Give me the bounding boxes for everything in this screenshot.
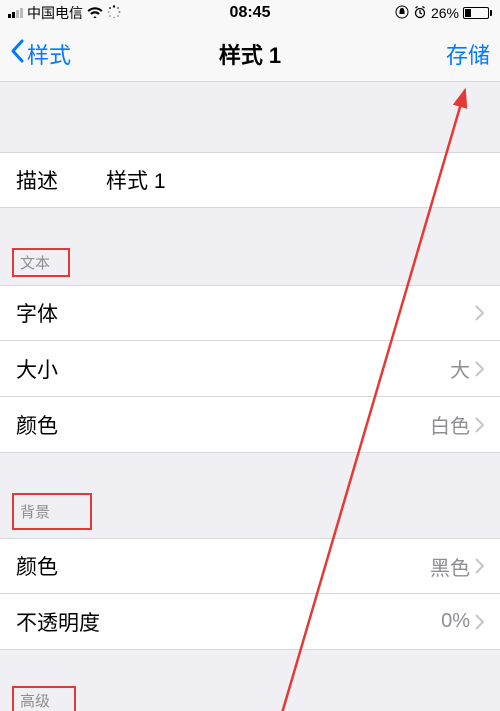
battery-icon <box>463 7 492 19</box>
save-button[interactable]: 存储 <box>446 38 490 70</box>
text-color-label: 颜色 <box>16 410 58 440</box>
section-header-background-label: 背景 <box>20 504 50 521</box>
bg-color-value: 黑色 <box>430 552 470 581</box>
font-label: 字体 <box>16 298 58 328</box>
size-label: 大小 <box>16 354 58 384</box>
section-header-advanced: 高级 <box>0 676 500 711</box>
status-left: 中国电信 <box>8 3 121 23</box>
text-color-value: 白色 <box>430 410 470 439</box>
orientation-lock-icon <box>395 5 409 22</box>
chevron-right-icon <box>474 558 484 574</box>
description-label: 描述 <box>16 165 58 195</box>
section-header-background: 背景 <box>0 483 500 538</box>
clock: 08:45 <box>230 4 271 22</box>
redbox-background: 背景 <box>12 493 92 530</box>
chevron-right-icon <box>474 614 484 630</box>
cell-bg-opacity[interactable]: 不透明度 0% <box>0 594 500 650</box>
chevron-right-icon <box>474 417 484 433</box>
cell-size[interactable]: 大小 大 <box>0 341 500 397</box>
chevron-right-icon <box>474 305 484 321</box>
signal-icon <box>8 8 23 18</box>
description-value: 样式 1 <box>106 165 166 195</box>
section-header-text-label: 文本 <box>20 255 50 272</box>
page-title: 样式 1 <box>219 38 281 70</box>
cell-text-color[interactable]: 颜色 白色 <box>0 397 500 453</box>
screen: 中国电信 08:45 26% 样 <box>0 0 500 711</box>
status-bar: 中国电信 08:45 26% <box>0 0 500 26</box>
cell-bg-color[interactable]: 颜色 黑色 <box>0 538 500 594</box>
wifi-icon <box>87 5 103 21</box>
section-header-text: 文本 <box>0 238 500 285</box>
bg-color-label: 颜色 <box>16 551 58 581</box>
chevron-left-icon <box>10 39 27 69</box>
loading-icon <box>107 5 121 22</box>
bg-opacity-value: 0% <box>441 610 470 633</box>
cell-description[interactable]: 描述 样式 1 <box>0 152 500 208</box>
back-button[interactable]: 样式 <box>10 38 71 70</box>
carrier-label: 中国电信 <box>27 3 83 23</box>
chevron-right-icon <box>474 361 484 377</box>
status-right: 26% <box>395 5 492 22</box>
section-header-advanced-label: 高级 <box>20 693 50 710</box>
cell-font[interactable]: 字体 <box>0 285 500 341</box>
nav-bar: 样式 样式 1 存储 <box>0 26 500 82</box>
battery-percent: 26% <box>431 5 459 21</box>
back-label: 样式 <box>27 38 71 70</box>
alarm-icon <box>413 5 427 22</box>
size-value: 大 <box>450 354 470 383</box>
redbox-advanced: 高级 <box>12 686 76 711</box>
spacer <box>0 82 500 152</box>
redbox-text: 文本 <box>12 248 70 277</box>
bg-opacity-label: 不透明度 <box>16 607 100 637</box>
